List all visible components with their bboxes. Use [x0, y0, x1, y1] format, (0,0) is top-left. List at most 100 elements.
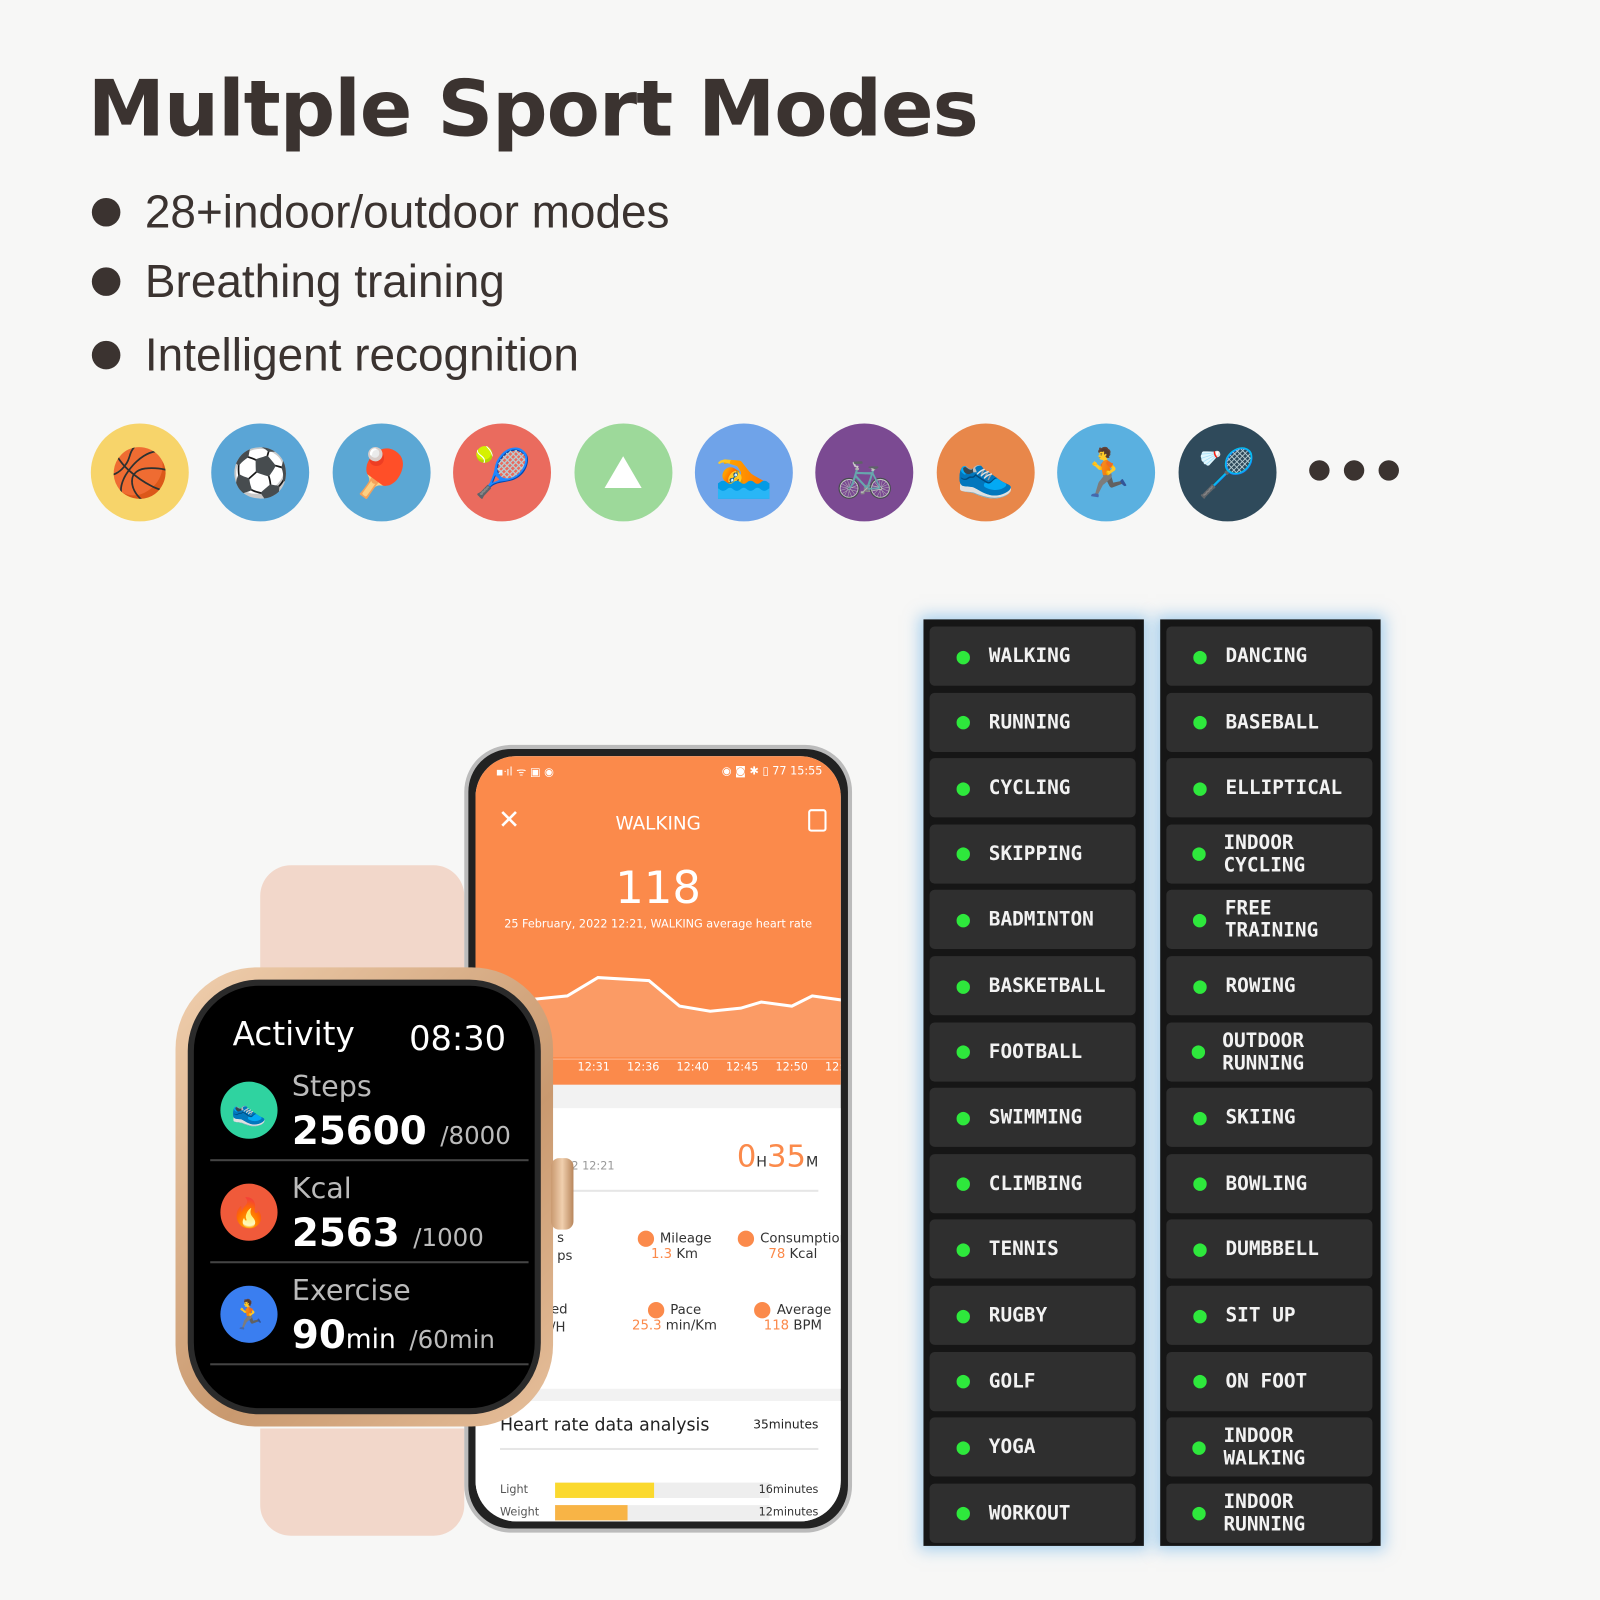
sport-mode-icon: ●	[956, 972, 971, 999]
goal: /8000	[440, 1121, 511, 1150]
goal: /1000	[413, 1223, 484, 1253]
sport-mode-icon: ●	[956, 1038, 971, 1065]
more-dot-icon	[1309, 460, 1330, 481]
duration-hours: 0	[736, 1138, 757, 1175]
stat-label: Mileage	[659, 1231, 712, 1247]
sport-mode-item[interactable]: ● BADMINTON	[929, 890, 1136, 950]
x-tick-label: 12:40	[676, 1060, 709, 1074]
sport-mode-item[interactable]: ● SWIMMING	[929, 1087, 1136, 1148]
page-title: Multple Sport Modes	[87, 63, 979, 155]
sport-mode-item[interactable]: ● RUGBY	[929, 1285, 1136, 1345]
sport-mode-item[interactable]: ● TENNIS	[929, 1219, 1136, 1279]
sport-mode-item[interactable]: ● WALKING	[929, 626, 1136, 686]
sport-mode-item[interactable]: ● WORKOUT	[929, 1483, 1136, 1543]
hr-analysis-card: Heart rate data analysis 35minutes Light…	[475, 1401, 841, 1522]
sport-mode-label: SIT UP	[1225, 1304, 1296, 1327]
partial-label: ed	[551, 1302, 568, 1318]
more-dot-icon	[1378, 460, 1399, 481]
watch-row-label: Exercise	[291, 1273, 411, 1308]
sport-mode-icon: ●	[1193, 1104, 1207, 1131]
steps-icon: 👟	[220, 1081, 278, 1139]
sport-mode-item[interactable]: ● FOOTBALL	[929, 1022, 1136, 1082]
sport-mode-icon: ●	[1193, 1368, 1207, 1394]
running-shoe-icon: 👟	[936, 423, 1035, 522]
sport-mode-label: WORKOUT	[988, 1501, 1071, 1525]
goal: /60min	[409, 1325, 495, 1355]
hr-subtitle: 25 February, 2022 12:21, WALKING average…	[504, 917, 813, 931]
sport-mode-item[interactable]: ● ROWING	[1166, 956, 1373, 1016]
bullet-text: 28+indoor/outdoor modes	[144, 185, 670, 238]
sport-mode-icon: ●	[956, 907, 971, 933]
stat-unit: Km	[676, 1246, 698, 1263]
sport-mode-item[interactable]: ● BASKETBALL	[929, 956, 1136, 1016]
kcal-icon: 🔥	[220, 1183, 278, 1241]
stat-value: 1.3	[650, 1246, 673, 1263]
watch-time: 08:30	[409, 1018, 507, 1059]
sport-mode-label: OUTDOOR RUNNING	[1222, 1029, 1305, 1075]
zone-bar-fill	[555, 1482, 654, 1498]
watch-row-label: Kcal	[291, 1171, 352, 1206]
stat-consumption: Consumption 78 Kcal	[733, 1230, 841, 1263]
sport-mode-label: ROWING	[1225, 974, 1296, 997]
sport-mode-label: TENNIS	[988, 1238, 1059, 1261]
watch-crown[interactable]	[551, 1158, 574, 1230]
sport-mode-icon: ●	[956, 643, 971, 669]
sport-mode-item[interactable]: ● INDOOR CYCLING	[1166, 824, 1373, 884]
sport-mode-item[interactable]: ● GOLF	[929, 1351, 1136, 1411]
header-title: WALKING	[615, 813, 701, 835]
sport-mode-icon: ●	[956, 1104, 971, 1131]
value: 25600	[291, 1108, 427, 1154]
sport-mode-item[interactable]: ● ELLIPTICAL	[1166, 758, 1373, 818]
sport-mode-item[interactable]: ● CLIMBING	[929, 1153, 1136, 1214]
status-bar-right: ◉ ◙ ✱ ▯ 77 15:55	[721, 764, 823, 778]
bullet-item: 28+indoor/outdoor modes	[91, 185, 670, 239]
sport-mode-item[interactable]: ● CYCLING	[929, 758, 1136, 818]
sport-mode-item[interactable]: ● ON FOOT	[1166, 1351, 1373, 1411]
watch-row-value: 2563 /1000	[292, 1210, 484, 1255]
sport-mode-label: DUMBBELL	[1225, 1238, 1319, 1261]
sport-mode-item[interactable]: ● SKIING	[1166, 1087, 1373, 1148]
stat-label: Pace	[670, 1302, 702, 1318]
sport-mode-item[interactable]: ● SKIPPING	[929, 824, 1136, 884]
sport-mode-item[interactable]: ● BASEBALL	[1166, 692, 1373, 752]
x-tick-label: 12:45	[726, 1060, 759, 1074]
sport-mode-icon: ●	[956, 1302, 971, 1329]
sport-mode-item[interactable]: ● INDOOR WALKING	[1166, 1417, 1373, 1477]
flame-icon	[737, 1230, 755, 1247]
sport-mode-label: SWIMMING	[988, 1106, 1083, 1129]
bullet-text: Intelligent recognition	[144, 328, 579, 381]
sport-mode-icon: ●	[956, 1236, 971, 1263]
lightning-icon	[647, 1302, 665, 1319]
sport-mode-item[interactable]: ● BOWLING	[1166, 1153, 1373, 1214]
sport-mode-label: INDOOR RUNNING	[1223, 1490, 1306, 1536]
unit: min	[345, 1324, 396, 1356]
status-time: 15:55	[790, 764, 823, 778]
sport-mode-label: FREE TRAINING	[1224, 897, 1319, 943]
sport-mode-item[interactable]: ● RUNNING	[929, 692, 1136, 752]
sport-mode-icon: ●	[1193, 709, 1207, 735]
sport-mode-label: YOGA	[988, 1435, 1036, 1459]
sport-mode-item[interactable]: ● DUMBBELL	[1166, 1219, 1373, 1279]
zone-label: Weight	[499, 1505, 540, 1519]
watch-title: Activity	[232, 1014, 355, 1054]
report-icon[interactable]	[808, 809, 827, 832]
sport-mode-label: FOOTBALL	[988, 1040, 1083, 1063]
watch-row-kcal: 🔥 Kcal 2563 /1000	[210, 1161, 529, 1264]
location-pin-icon	[637, 1230, 654, 1247]
stat-value: 78	[768, 1246, 786, 1263]
sport-mode-item[interactable]: ● DANCING	[1166, 626, 1373, 686]
sport-mode-label: INDOOR CYCLING	[1223, 831, 1306, 877]
sport-mode-icon: ●	[1192, 907, 1207, 933]
sport-mode-item[interactable]: ● INDOOR RUNNING	[1166, 1483, 1373, 1543]
sport-modes-column-right: ● DANCING ● BASEBALL ● ELLIPTICAL ● INDOOR CYCL…	[1160, 619, 1381, 1546]
zone-bar-fill	[555, 1505, 628, 1521]
sport-mode-item[interactable]: ● SIT UP	[1166, 1285, 1373, 1345]
divider	[567, 1189, 819, 1192]
sport-mode-item[interactable]: ● YOGA	[929, 1417, 1136, 1477]
duration: 0H35M	[737, 1139, 819, 1175]
sport-mode-item[interactable]: ● FREE TRAINING	[1166, 890, 1373, 950]
stat-mileage: Mileage 1.3 Km	[618, 1230, 730, 1263]
sport-mode-item[interactable]: ● OUTDOOR RUNNING	[1166, 1022, 1373, 1082]
zone-bar-track	[555, 1482, 770, 1498]
sport-mode-label: INDOOR WALKING	[1223, 1424, 1306, 1470]
